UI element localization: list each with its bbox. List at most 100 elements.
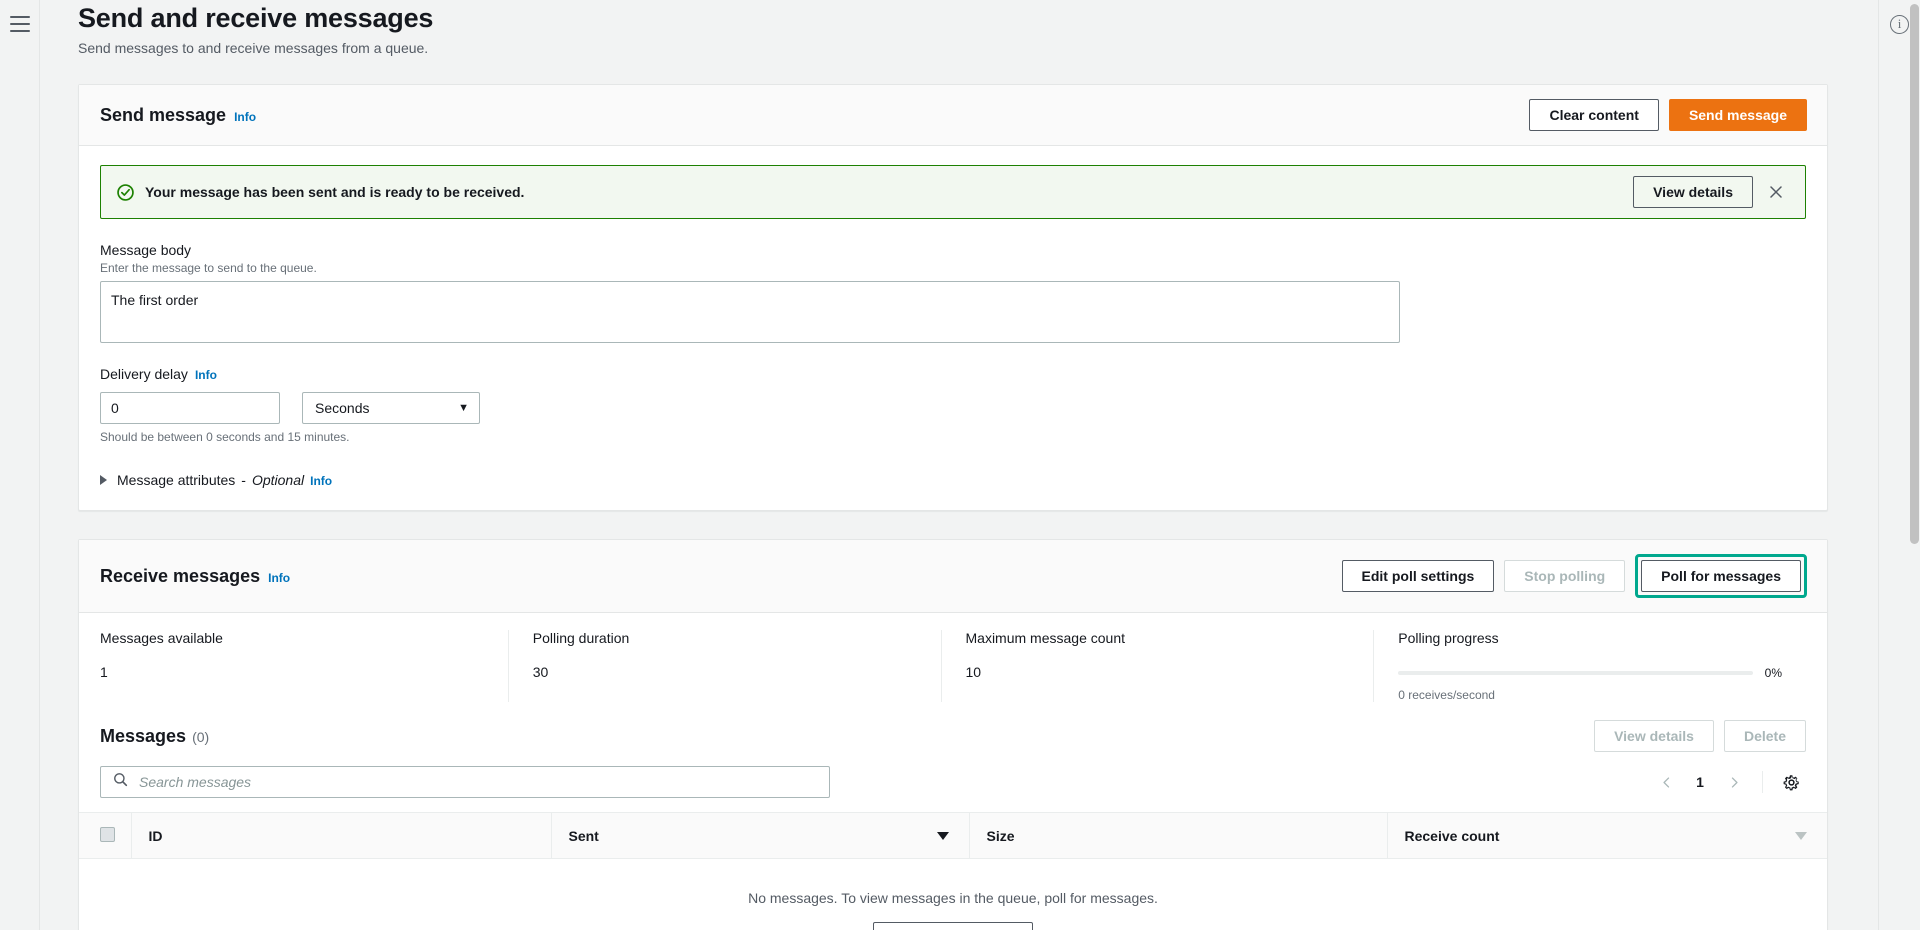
message-body-label: Message body	[100, 242, 192, 258]
stat-value: 1	[100, 664, 108, 680]
page-subtitle: Send messages to and receive messages fr…	[78, 40, 429, 56]
alert-view-details-button[interactable]: View details	[1633, 176, 1753, 208]
polling-progress-label: Polling progress	[1398, 630, 1499, 646]
table-empty-row: No messages. To view messages in the que…	[79, 859, 1827, 930]
progress-track	[1398, 671, 1753, 675]
send-message-actions: Clear content Send message	[1529, 99, 1807, 131]
page-root: Send and receive messages Send messages …	[0, 0, 1920, 930]
search-icon	[113, 772, 128, 792]
gear-icon[interactable]	[1776, 767, 1806, 797]
polling-rate-label: 0 receives/second	[1398, 688, 1495, 702]
messages-table-actions: View details Delete	[1594, 720, 1806, 752]
send-message-title: Send message	[100, 104, 227, 125]
success-alert-text: Your message has been sent and is ready …	[145, 184, 525, 200]
polling-stats-row: Messages available 1 Polling duration 30…	[79, 613, 1827, 710]
progress-percent-label: 0%	[1764, 666, 1782, 680]
delivery-delay-label: Delivery delay	[100, 366, 188, 382]
chevron-down-icon: ▼	[458, 402, 469, 414]
chevron-right-icon[interactable]	[1719, 767, 1749, 797]
messages-table-count: (0)	[192, 728, 210, 745]
message-attributes-optional: Optional	[251, 472, 305, 488]
message-attributes-separator: -	[241, 472, 246, 488]
stat-polling-duration: Polling duration 30	[507, 630, 941, 702]
delivery-delay-info-link[interactable]: Info	[195, 366, 217, 384]
page-title: Send and receive messages	[78, 3, 434, 33]
left-nav-rail	[0, 0, 40, 930]
info-circle-icon[interactable]: i	[1890, 15, 1909, 34]
messages-empty-state: No messages. To view messages in the que…	[80, 860, 1826, 930]
column-id-label: ID	[148, 827, 163, 844]
stat-label: Maximum message count	[965, 630, 1126, 646]
receive-messages-actions: Edit poll settings Stop polling Poll for…	[1341, 554, 1807, 598]
success-alert: Your message has been sent and is ready …	[100, 165, 1806, 219]
hamburger-menu-icon[interactable]	[9, 16, 30, 32]
edit-poll-settings-button[interactable]: Edit poll settings	[1341, 560, 1495, 592]
search-messages-input[interactable]	[137, 773, 819, 791]
chevron-left-icon[interactable]	[1651, 767, 1681, 797]
page-scrollbar[interactable]	[1910, 4, 1919, 926]
send-message-body: Your message has been sent and is ready …	[79, 146, 1827, 510]
messages-table: ID Sent Size Receive count No messages. …	[79, 812, 1827, 930]
column-size-label: Size	[986, 827, 1015, 844]
stat-value: 30	[532, 664, 549, 680]
receive-messages-title: Receive messages	[100, 565, 261, 586]
success-alert-actions: View details	[1633, 176, 1791, 208]
delivery-delay-label-group: Delivery delay Info	[100, 365, 1806, 384]
column-sent-label: Sent	[568, 827, 599, 844]
delivery-delay-unit-select[interactable]: Seconds ▼	[302, 392, 480, 424]
receive-messages-header: Receive messages Info Edit poll settings…	[79, 540, 1827, 613]
receive-messages-card: Receive messages Info Edit poll settings…	[78, 539, 1828, 930]
messages-table-title: Messages	[100, 725, 187, 746]
select-all-checkbox[interactable]	[100, 826, 115, 842]
column-sent[interactable]: Sent	[550, 812, 969, 859]
messages-table-thead: ID Sent Size Receive count	[79, 812, 1827, 859]
delivery-delay-input[interactable]	[100, 392, 280, 424]
messages-table-header: Messages (0) View details Delete	[79, 710, 1827, 752]
empty-poll-for-messages-button[interactable]: Poll for messages	[873, 922, 1033, 930]
clear-content-button[interactable]: Clear content	[1529, 99, 1659, 131]
column-receive-count[interactable]: Receive count	[1386, 812, 1827, 859]
pagination-page-1[interactable]: 1	[1685, 767, 1715, 797]
messages-empty-text: No messages. To view messages in the que…	[748, 890, 1158, 906]
poll-for-messages-button[interactable]: Poll for messages	[1641, 560, 1801, 592]
send-message-info-link[interactable]: Info	[234, 110, 256, 124]
tools-divider	[1762, 771, 1763, 793]
messages-delete-button: Delete	[1723, 720, 1806, 752]
stat-label: Polling duration	[532, 630, 630, 646]
column-receive-count-label: Receive count	[1404, 827, 1500, 844]
message-body-input[interactable]	[100, 281, 1400, 343]
send-message-button[interactable]: Send message	[1668, 99, 1807, 131]
message-attributes-info-link[interactable]: Info	[310, 474, 332, 488]
main-content: Send and receive messages Send messages …	[40, 0, 1920, 930]
scrollbar-thumb[interactable]	[1910, 4, 1919, 544]
delivery-delay-field: Delivery delay Info Seconds ▼ Should be …	[100, 365, 1806, 444]
messages-table-title-group: Messages (0)	[100, 726, 209, 747]
column-id[interactable]: ID	[130, 812, 551, 859]
table-empty-cell: No messages. To view messages in the que…	[79, 859, 1827, 930]
messages-view-details-button: View details	[1594, 720, 1714, 752]
messages-table-tools: 1	[79, 752, 1827, 812]
receive-messages-title-group: Receive messages Info	[100, 566, 290, 587]
message-attributes-label-group: Message attributes - Optional Info	[117, 472, 332, 488]
success-check-circle-icon	[117, 183, 134, 201]
close-icon[interactable]	[1761, 177, 1791, 207]
poll-for-messages-focus-ring: Poll for messages	[1635, 554, 1807, 598]
send-message-header: Send message Info Clear content Send mes…	[79, 85, 1827, 146]
polling-progress-bar: 0%	[1398, 666, 1782, 680]
column-size[interactable]: Size	[968, 812, 1387, 859]
messages-empty-action: Poll for messages	[80, 922, 1826, 930]
table-header-row: ID Sent Size Receive count	[79, 812, 1827, 859]
delivery-delay-hint: Should be between 0 seconds and 15 minut…	[100, 430, 350, 444]
chevron-right-icon	[100, 475, 107, 485]
column-select-all	[79, 812, 131, 859]
stat-label: Messages available	[100, 630, 223, 646]
delivery-delay-controls: Seconds ▼	[100, 392, 1806, 424]
message-attributes-expander[interactable]: Message attributes - Optional Info	[100, 472, 1806, 488]
delivery-delay-unit-value: Seconds	[315, 400, 370, 416]
messages-table-tbody: No messages. To view messages in the que…	[79, 859, 1827, 930]
receive-messages-info-link[interactable]: Info	[268, 571, 290, 585]
message-body-description: Enter the message to send to the queue.	[100, 261, 317, 275]
search-messages-box[interactable]	[100, 766, 830, 798]
stat-value: 10	[965, 664, 982, 680]
sort-descending-icon	[936, 831, 949, 840]
